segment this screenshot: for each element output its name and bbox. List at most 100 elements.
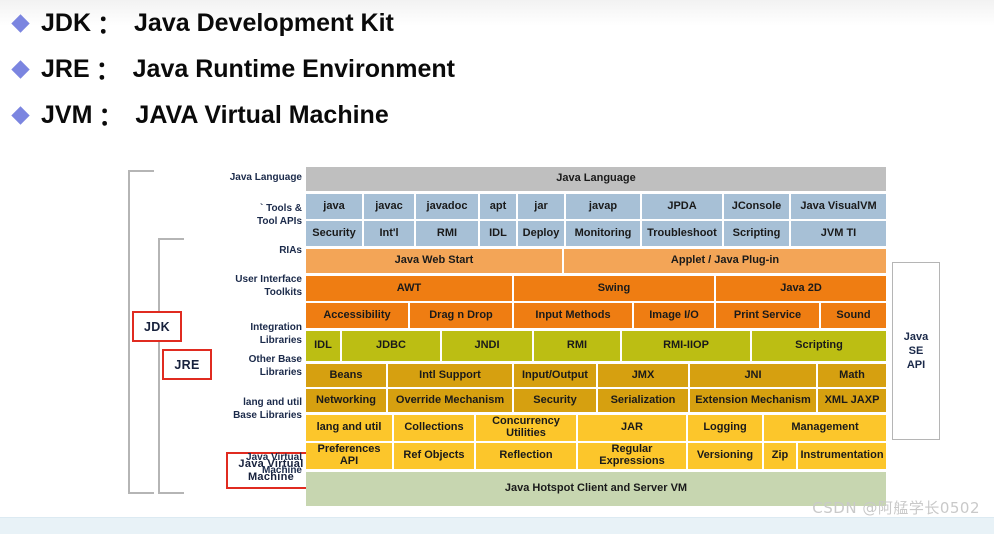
row-label: Java Language — [229, 172, 302, 183]
layer-band-lang-util-row-2: Preferences API Ref Objects Reflection Regul… — [306, 441, 886, 469]
layer-cell: Drag n Drop — [410, 303, 514, 328]
layer-cell: Math — [818, 364, 886, 387]
list-item: JVM ： JAVA Virtual Machine — [0, 92, 994, 138]
footer-band — [0, 517, 994, 534]
layer-cell: Java 2D — [716, 276, 886, 301]
layer-cell: Serialization — [598, 389, 690, 412]
layer-cell: JAR — [578, 415, 688, 441]
bullet-list: JDK ： Java Development Kit JRE ： Java Ru… — [0, 0, 994, 138]
layer-cell: JPDA — [642, 194, 724, 219]
diamond-bullet-icon — [11, 60, 30, 79]
layer-cell: JDBC — [342, 331, 442, 361]
layer-cell: Security — [514, 389, 598, 412]
layer-cell: Extension Mechanism — [690, 389, 818, 412]
layer-cell: lang and util — [306, 415, 394, 441]
layer-cell: Ref Objects — [394, 443, 476, 469]
layer-cell: Sound — [821, 303, 886, 328]
layer-band-tools-row-1: java javac javadoc apt jar javap JPDA JConsole J… — [306, 194, 886, 219]
layer-cell: JNDI — [442, 331, 534, 361]
row-label-column: Java Language ` Tools & Tool APIs RIAs User … — [190, 167, 306, 497]
layer-cell: Java VisualVM — [791, 194, 886, 219]
row-label: Java Virtual Machine — [246, 452, 302, 476]
layer-cell: javap — [566, 194, 642, 219]
layer-cell: Scripting — [724, 221, 791, 246]
layer-band-tools-row-2: Security Int'l RMI IDL Deploy Monitoring Troub… — [306, 219, 886, 246]
layer-cell: Beans — [306, 364, 388, 387]
layer-cell: Input Methods — [514, 303, 634, 328]
layer-cell: Management — [764, 415, 886, 441]
java-platform-diagram: JDK JRE Java Virtual Machine Java Langua… — [128, 167, 940, 506]
layer-cell: RMI — [534, 331, 622, 361]
layer-cell: JConsole — [724, 194, 791, 219]
layer-cell: Java Language — [306, 167, 886, 191]
layer-cell: AWT — [306, 276, 514, 301]
layer-cell: RMI — [416, 221, 480, 246]
layer-band-ui-toolkits-row-2: Accessibility Drag n Drop Input Methods Ima… — [306, 301, 886, 328]
list-item: JDK ： Java Development Kit — [0, 0, 994, 46]
se-api-line1: Java — [903, 330, 929, 343]
layer-cell: Troubleshoot — [642, 221, 724, 246]
se-api-line3: API — [906, 359, 926, 372]
layer-cell: JVM TI — [791, 221, 886, 246]
bullet-term: JRE — [41, 54, 90, 83]
layer-cell: IDL — [480, 221, 518, 246]
layer-cell: Logging — [688, 415, 764, 441]
layer-stack: Java Language java javac javadoc apt jar javap… — [306, 167, 886, 506]
bullet-term: JVM — [41, 100, 93, 129]
layer-cell: IDL — [306, 331, 342, 361]
layer-cell: RMI-IIOP — [622, 331, 752, 361]
row-label: User Interface Toolkits — [235, 274, 302, 298]
list-item: JRE ： Java Runtime Environment — [0, 46, 994, 92]
layer-cell: Java Web Start — [306, 249, 564, 273]
layer-cell: Intl Support — [388, 364, 514, 387]
layer-band-integration-libraries: IDL JDBC JNDI RMI RMI-IIOP Scripting — [306, 331, 886, 361]
bullet-separator: ： — [98, 103, 124, 131]
layer-cell: Applet / Java Plug-in — [564, 249, 886, 273]
layer-cell: Input/Output — [514, 364, 598, 387]
layer-cell: Monitoring — [566, 221, 642, 246]
bullet-description: Java Runtime Environment — [132, 54, 455, 83]
row-label: RIAs — [279, 245, 302, 256]
layer-cell: Image I/O — [634, 303, 716, 328]
layer-band-ui-toolkits-row-1: AWT Swing Java 2D — [306, 276, 886, 301]
layer-band-java-virtual-machine: Java Hotspot Client and Server VM — [306, 472, 886, 506]
bullet-description: Java Development Kit — [134, 8, 394, 37]
layer-band-other-base-row-2: Networking Override Mechanism Security Seri… — [306, 387, 886, 412]
layer-band-rias: Java Web Start Applet / Java Plug-in — [306, 249, 886, 273]
row-label: Integration Libraries — [250, 322, 302, 346]
layer-band-java-language: Java Language — [306, 167, 886, 191]
layer-cell: javac — [364, 194, 416, 219]
layer-cell: JNI — [690, 364, 818, 387]
layer-band-other-base-row-1: Beans Intl Support Input/Output JMX JNI Math — [306, 364, 886, 387]
layer-cell: Reflection — [476, 443, 578, 469]
jdk-highlight-tag: JDK — [132, 311, 182, 342]
layer-cell: Instrumentation — [798, 443, 886, 469]
row-label: lang and util Base Libraries — [233, 397, 302, 421]
layer-cell: Int'l — [364, 221, 416, 246]
row-label: ` Tools & Tool APIs — [257, 203, 302, 227]
layer-cell: Zip — [764, 443, 798, 469]
layer-cell: Accessibility — [306, 303, 410, 328]
layer-cell: Override Mechanism — [388, 389, 514, 412]
layer-cell: java — [306, 194, 364, 219]
layer-cell: Versioning — [688, 443, 764, 469]
diamond-bullet-icon — [11, 14, 30, 33]
layer-cell: Swing — [514, 276, 716, 301]
layer-cell: jar — [518, 194, 566, 219]
java-se-api-box: Java SE API — [892, 262, 940, 440]
layer-cell: Security — [306, 221, 364, 246]
layer-cell: XML JAXP — [818, 389, 886, 412]
bullet-description: JAVA Virtual Machine — [135, 100, 389, 129]
layer-cell: Deploy — [518, 221, 566, 246]
layer-cell: apt — [480, 194, 518, 219]
se-api-line2: SE — [908, 344, 924, 357]
csdn-watermark: CSDN @阿艋学长0502 — [812, 499, 980, 517]
layer-cell: Preferences API — [306, 443, 394, 469]
layer-cell: Networking — [306, 389, 388, 412]
layer-band-lang-util-row-1: lang and util Collections Concurrency Utili… — [306, 415, 886, 441]
diamond-bullet-icon — [11, 106, 30, 125]
layer-cell: Scripting — [752, 331, 886, 361]
layer-cell: Java Hotspot Client and Server VM — [306, 472, 886, 506]
bullet-term: JDK — [41, 8, 92, 37]
layer-cell: javadoc — [416, 194, 480, 219]
